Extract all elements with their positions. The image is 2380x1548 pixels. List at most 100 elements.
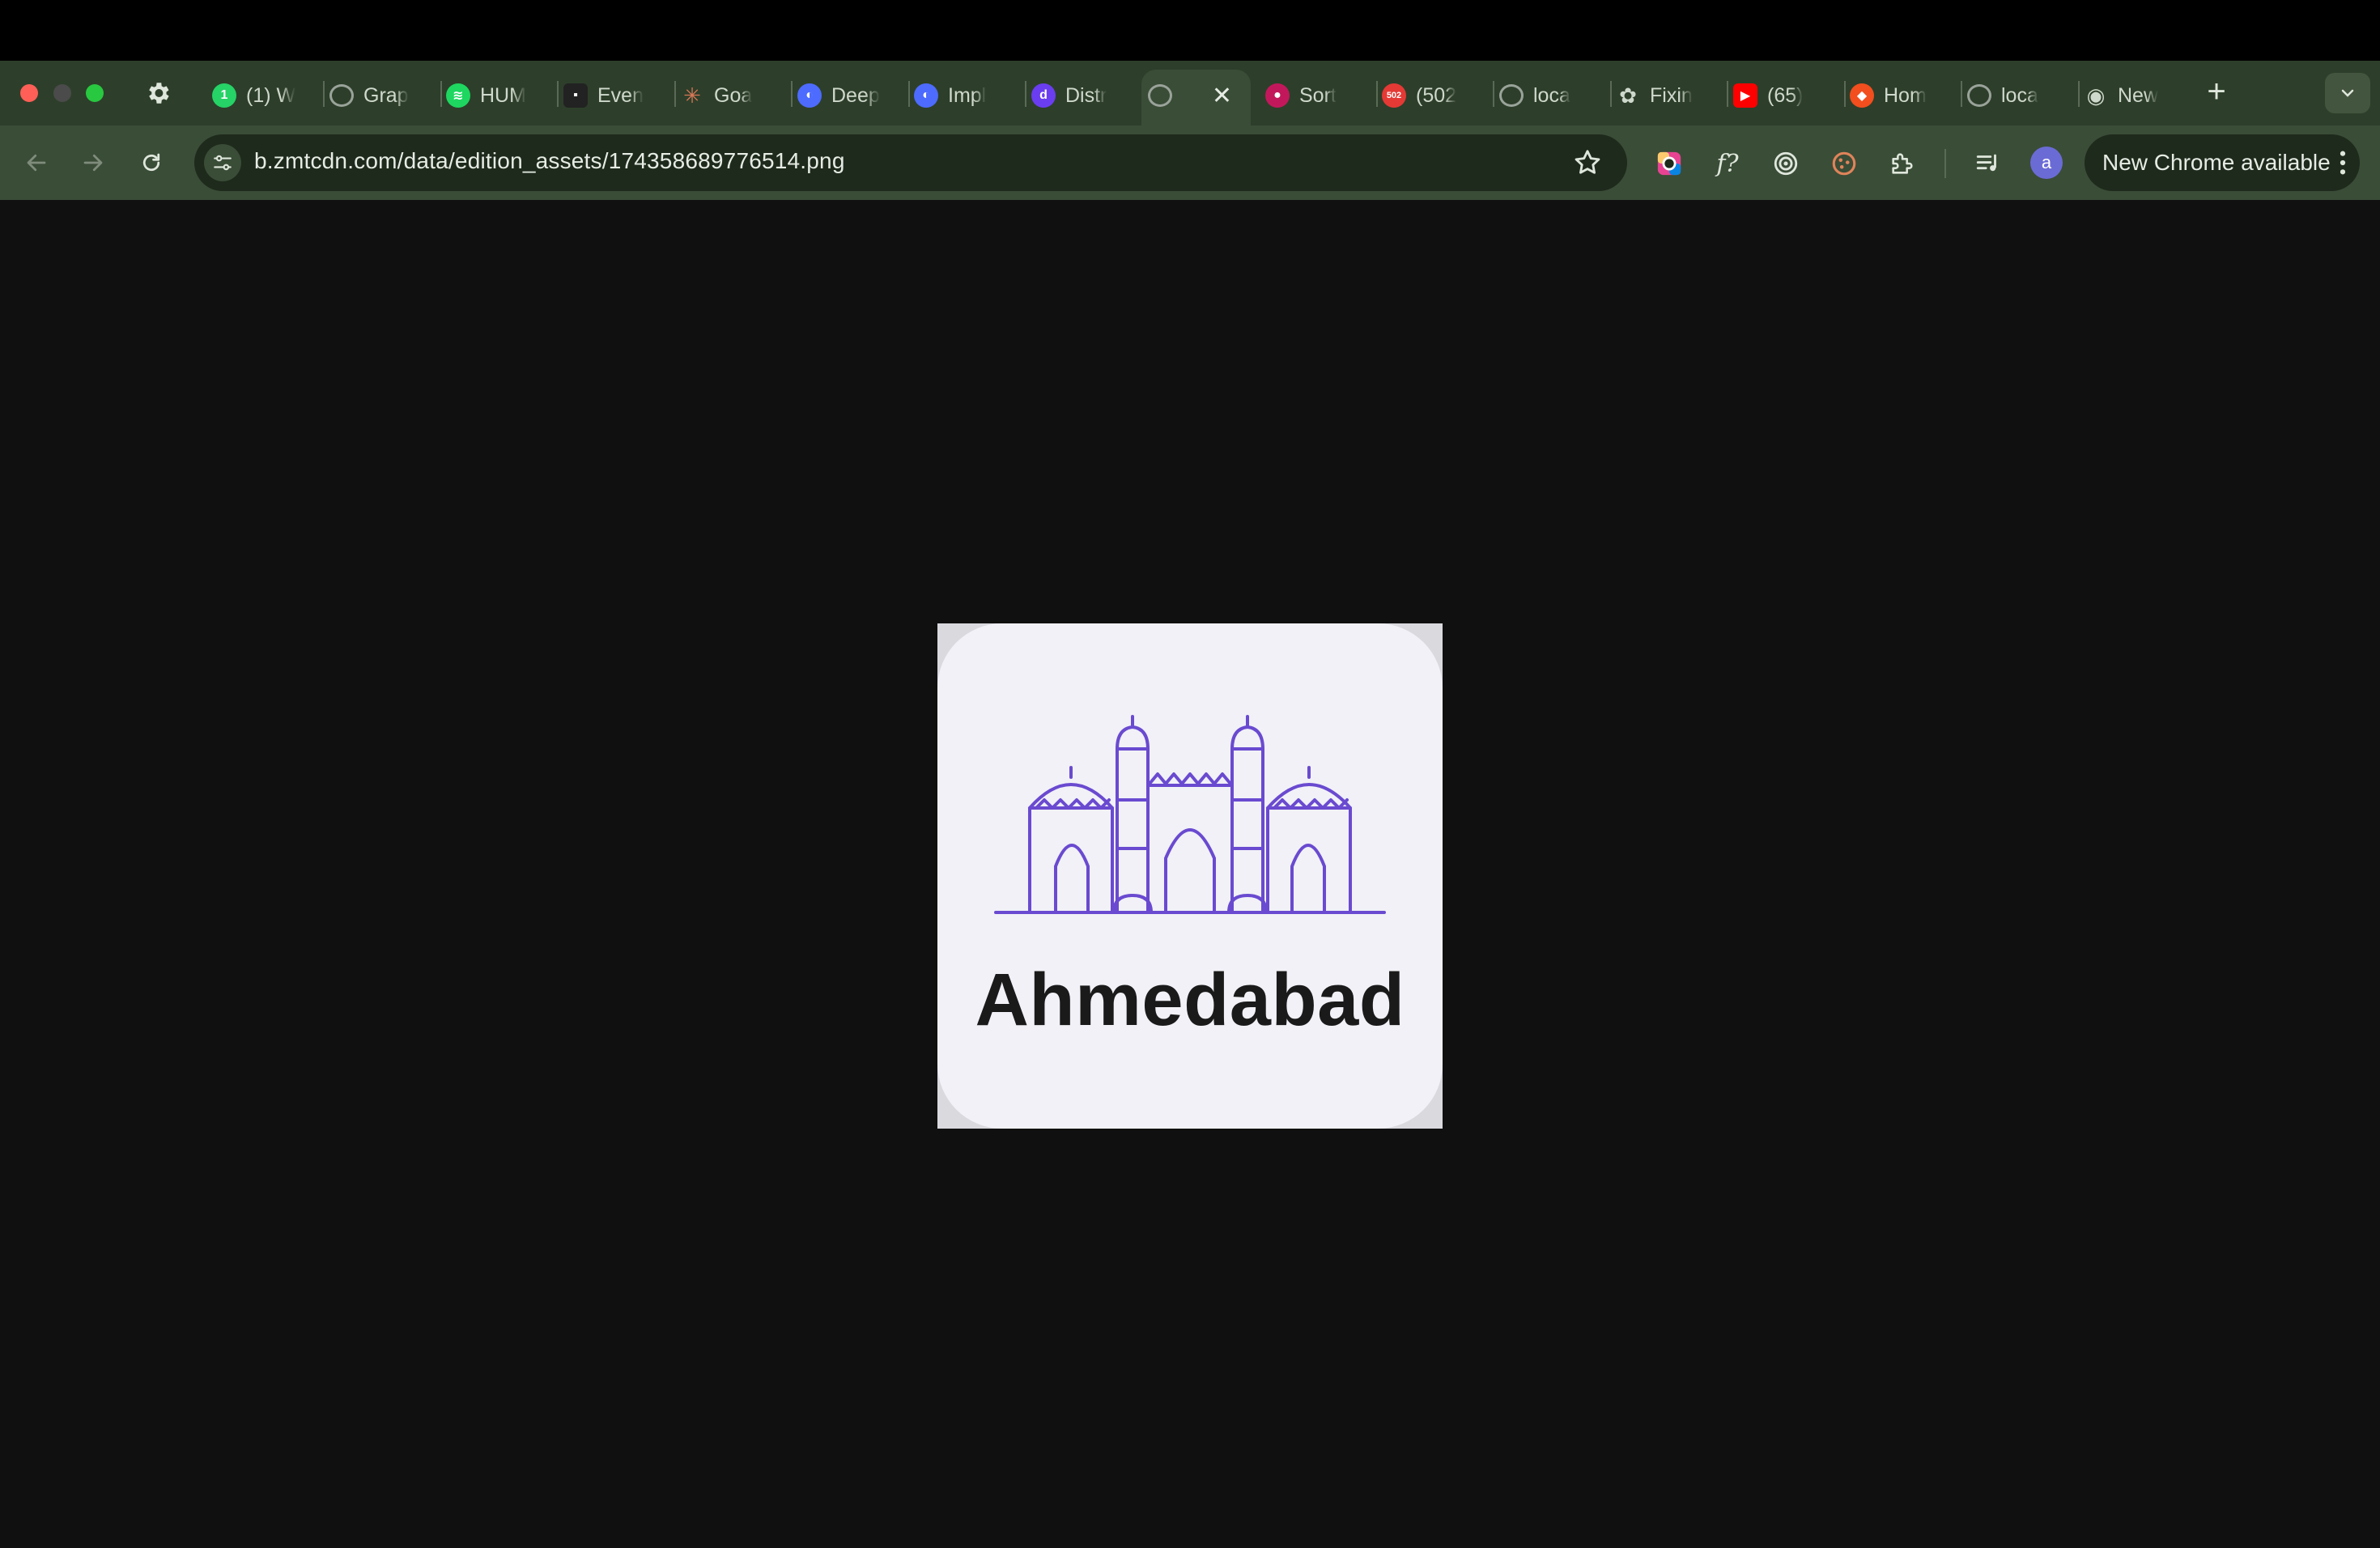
arrow-left-icon xyxy=(27,154,46,172)
tab-title: Goa xyxy=(714,83,753,107)
tab[interactable]: Grap xyxy=(329,70,425,121)
tab-separator xyxy=(440,81,442,107)
close-tab-icon[interactable]: ✕ xyxy=(1212,82,1232,110)
minimize-window-button[interactable] xyxy=(53,84,71,102)
tab[interactable]: loca xyxy=(1499,70,1595,121)
tab-search-button[interactable] xyxy=(2325,73,2370,113)
update-chrome-label: New Chrome available xyxy=(2102,150,2331,175)
close-window-button[interactable] xyxy=(20,84,38,102)
spotify-icon: ≋ xyxy=(446,83,470,108)
tab-title: Distr xyxy=(1065,83,1107,107)
tab-separator xyxy=(791,81,793,107)
tab-separator xyxy=(908,81,910,107)
tab-title: Hom xyxy=(1884,83,1927,107)
tab-separator xyxy=(323,81,325,107)
tab[interactable]: ▶ (65) xyxy=(1733,70,1829,121)
district-icon: d xyxy=(1031,83,1056,108)
tab[interactable]: 502 (502 xyxy=(1382,70,1477,121)
site-info-button[interactable] xyxy=(204,144,241,181)
extension-fonts[interactable]: f? xyxy=(1711,147,1744,180)
tab-title: New xyxy=(2118,83,2159,107)
luma-icon: ▪ xyxy=(563,83,588,108)
tab[interactable]: loca xyxy=(1967,70,2063,121)
tab[interactable]: d Distr xyxy=(1031,70,1127,121)
tab-title: Even xyxy=(597,83,644,107)
tab[interactable]: ▪ Even xyxy=(563,70,659,121)
extensions-button[interactable] xyxy=(1886,147,1919,180)
tab-title: (502 xyxy=(1416,83,1457,107)
tab-separator xyxy=(1025,81,1026,107)
globe-icon xyxy=(1148,84,1172,107)
tab-active[interactable]: ✕ xyxy=(1148,70,1237,121)
gear-icon[interactable] xyxy=(144,79,172,107)
tab[interactable]: ≋ HUM xyxy=(446,70,542,121)
tab[interactable]: ◆ Hom xyxy=(1850,70,1945,121)
tab-separator xyxy=(1610,81,1612,107)
deepseek-icon: ◐ xyxy=(797,83,822,108)
tab-title: HUM xyxy=(480,83,526,107)
url-text[interactable]: b.zmtcdn.com/data/edition_assets/1743586… xyxy=(254,148,845,174)
font-f-icon: f? xyxy=(1716,149,1739,178)
tab-title: Impl xyxy=(948,83,987,107)
youtube-icon: ▶ xyxy=(1733,83,1757,108)
tab[interactable]: ◐ Deep xyxy=(797,70,893,121)
color-ring-icon xyxy=(1657,151,1681,176)
forward-button[interactable] xyxy=(76,146,110,180)
arrow-right-icon xyxy=(83,154,103,172)
back-button[interactable] xyxy=(19,146,53,180)
tab[interactable]: ◐ Impl xyxy=(914,70,1009,121)
bookmark-star-icon[interactable] xyxy=(1572,147,1603,178)
extension-target[interactable] xyxy=(1770,147,1802,180)
new-tab-button[interactable]: + xyxy=(2200,75,2233,108)
tab-separator xyxy=(1844,81,1846,107)
openai-icon: ✿ xyxy=(1619,83,1637,108)
whatsapp-icon: 1 xyxy=(212,83,236,108)
playlist-icon xyxy=(1976,154,1996,172)
toolbar-separator xyxy=(1944,149,1946,178)
media-controls-button[interactable] xyxy=(1972,147,2004,180)
tune-icon xyxy=(214,155,232,171)
reload-icon xyxy=(142,153,160,172)
maximize-window-button[interactable] xyxy=(86,84,104,102)
globe-icon xyxy=(329,84,354,107)
tab-separator xyxy=(1727,81,1728,107)
tab[interactable]: 1 (1) W xyxy=(212,70,308,121)
chevron-down-icon xyxy=(2341,89,2354,97)
tab-separator xyxy=(1961,81,1962,107)
macos-menu-area xyxy=(0,0,2380,61)
update-chrome-button[interactable]: New Chrome available xyxy=(2085,134,2360,191)
tab-separator xyxy=(1493,81,1494,107)
tab-separator xyxy=(1376,81,1378,107)
city-gate-illustration xyxy=(994,715,1386,914)
more-vert-icon[interactable] xyxy=(2335,149,2351,176)
tab-title: Deep xyxy=(831,83,880,107)
mail-badge-icon: 502 xyxy=(1382,83,1406,108)
globe-icon xyxy=(1967,84,1991,107)
tab-separator xyxy=(674,81,676,107)
reload-button[interactable] xyxy=(134,146,168,180)
figma-icon: ◆ xyxy=(1850,83,1874,108)
location-pin-icon: ● xyxy=(1265,83,1290,108)
deepseek-icon: ◐ xyxy=(914,83,938,108)
displayed-image xyxy=(937,623,1443,1129)
tab[interactable]: ✿ Fixin xyxy=(1616,70,1711,121)
claude-icon: ✳ xyxy=(683,83,701,108)
tab-title: (1) W xyxy=(246,83,296,107)
tab-separator xyxy=(557,81,559,107)
extension-cookie[interactable] xyxy=(1828,147,1860,180)
city-name-text: Ahmedabad xyxy=(975,959,1405,1041)
tab-title: loca xyxy=(1533,83,1570,107)
target-icon xyxy=(1774,151,1798,176)
tab[interactable]: ◉ New xyxy=(2084,70,2179,121)
globe-icon xyxy=(1499,84,1524,107)
tab-title: loca xyxy=(2001,83,2038,107)
tab-title: Fixin xyxy=(1650,83,1693,107)
tab[interactable]: ● Sort xyxy=(1265,70,1361,121)
extension-color-picker[interactable] xyxy=(1653,147,1685,180)
tab-title: Sort xyxy=(1299,83,1337,107)
cookie-icon xyxy=(1832,151,1856,176)
tab[interactable]: ✳ Goa xyxy=(680,70,776,121)
profile-avatar[interactable]: a xyxy=(2030,147,2063,179)
chrome-icon: ◉ xyxy=(2086,83,2106,108)
tab-separator xyxy=(2078,81,2080,107)
